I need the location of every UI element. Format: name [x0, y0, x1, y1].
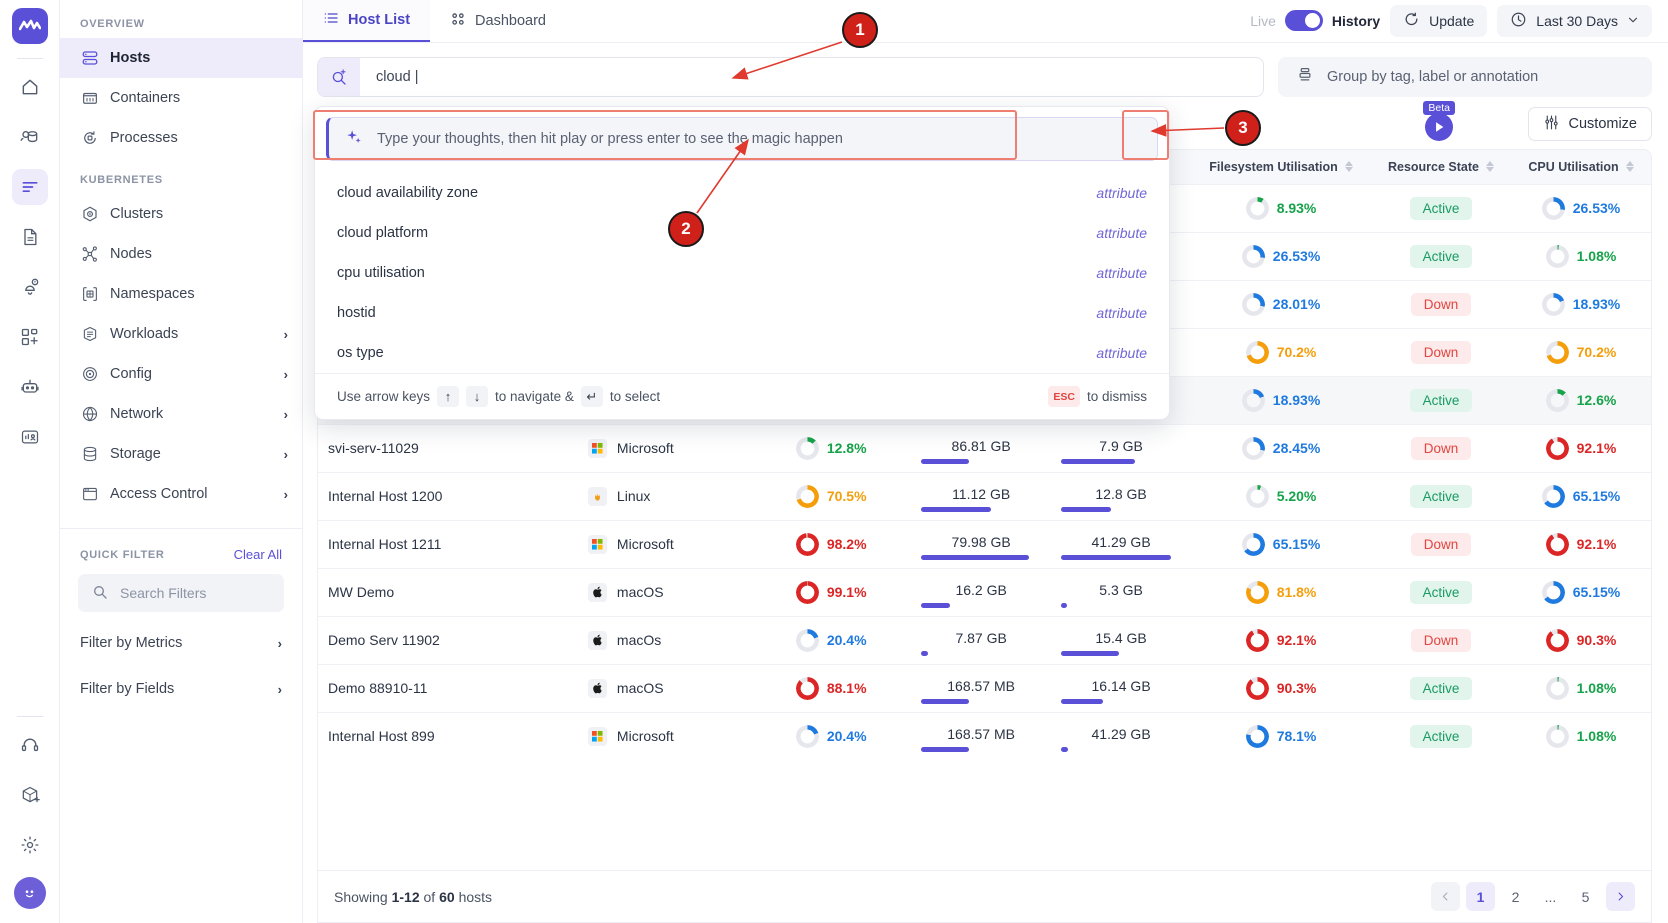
annotation-callout-2: 2 [668, 211, 704, 247]
annotation-arrow-1 [0, 0, 1668, 923]
app-root: OVERVIEW Hosts Containers Processes KUBE… [0, 0, 1668, 923]
annotation-callout-3: 3 [1225, 110, 1261, 146]
annotation-callout-1: 1 [842, 12, 878, 48]
